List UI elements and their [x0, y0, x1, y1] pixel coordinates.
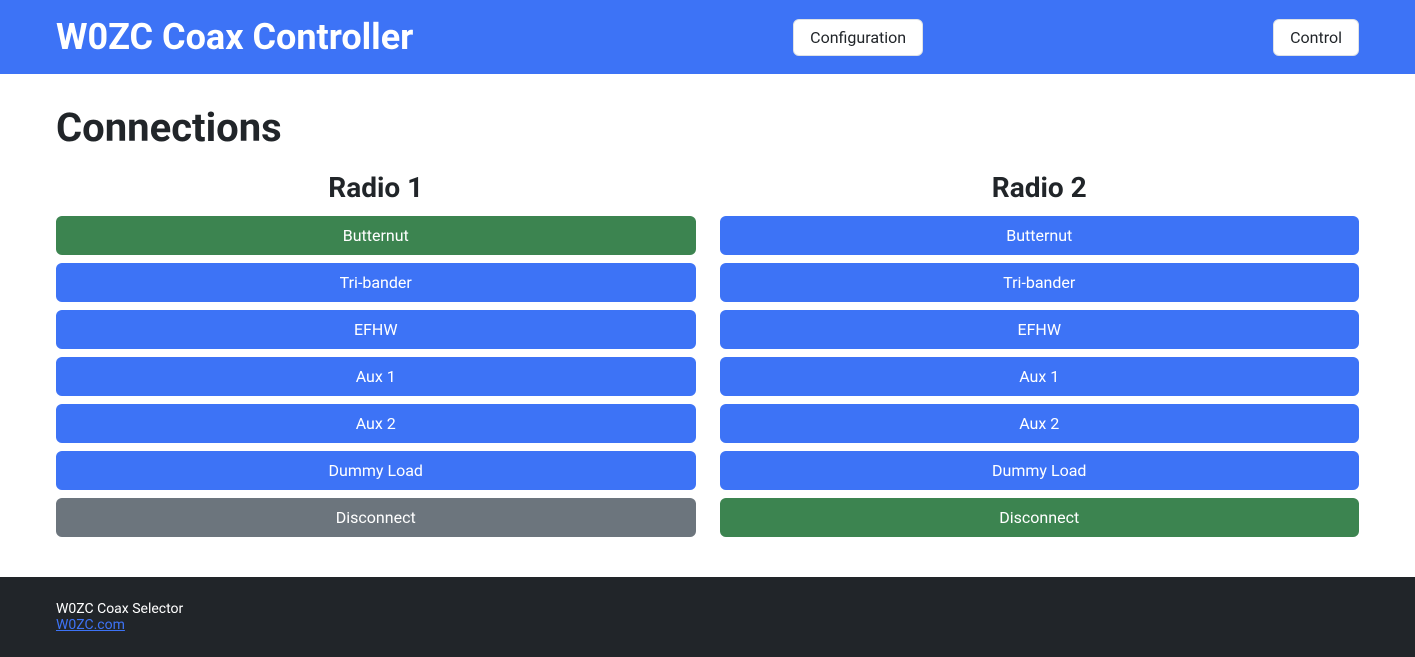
radio2-button-1[interactable]: Tri-bander — [720, 263, 1360, 302]
main-container: Connections Radio 1 Butternut Tri-bander E… — [0, 74, 1415, 577]
radio2-button-list: Butternut Tri-bander EFHW Aux 1 Aux 2 Dummy L… — [720, 216, 1360, 537]
footer-link[interactable]: W0ZC.com — [56, 617, 125, 633]
radio1-button-4[interactable]: Aux 2 — [56, 404, 696, 443]
radio2-column: Radio 2 Butternut Tri-bander EFHW Aux 1 Aux … — [720, 171, 1360, 537]
radio2-button-3[interactable]: Aux 1 — [720, 357, 1360, 396]
radio1-button-list: Butternut Tri-bander EFHW Aux 1 Aux 2 Dummy L… — [56, 216, 696, 537]
radio1-column: Radio 1 Butternut Tri-bander EFHW Aux 1 Aux … — [56, 171, 696, 537]
navbar-brand: W0ZC Coax Controller — [56, 16, 413, 58]
page-title: Connections — [56, 104, 1359, 151]
radio1-button-5[interactable]: Dummy Load — [56, 451, 696, 490]
radio2-title: Radio 2 — [720, 171, 1360, 204]
radio1-button-3[interactable]: Aux 1 — [56, 357, 696, 396]
navbar: W0ZC Coax Controller Configuration Contr… — [0, 0, 1415, 74]
control-button[interactable]: Control — [1273, 19, 1359, 56]
radio1-title: Radio 1 — [56, 171, 696, 204]
radio2-button-2[interactable]: EFHW — [720, 310, 1360, 349]
radio2-button-4[interactable]: Aux 2 — [720, 404, 1360, 443]
columns: Radio 1 Butternut Tri-bander EFHW Aux 1 Aux … — [56, 171, 1359, 537]
radio2-button-5[interactable]: Dummy Load — [720, 451, 1360, 490]
configuration-button[interactable]: Configuration — [793, 19, 923, 56]
footer-product: W0ZC Coax Selector — [56, 601, 1359, 617]
radio1-button-2[interactable]: EFHW — [56, 310, 696, 349]
radio1-button-0[interactable]: Butternut — [56, 216, 696, 255]
footer: W0ZC Coax Selector W0ZC.com — [0, 577, 1415, 657]
radio2-button-0[interactable]: Butternut — [720, 216, 1360, 255]
radio1-button-6[interactable]: Disconnect — [56, 498, 696, 537]
radio2-button-6[interactable]: Disconnect — [720, 498, 1360, 537]
radio1-button-1[interactable]: Tri-bander — [56, 263, 696, 302]
navbar-actions: Configuration Control — [793, 19, 1359, 56]
